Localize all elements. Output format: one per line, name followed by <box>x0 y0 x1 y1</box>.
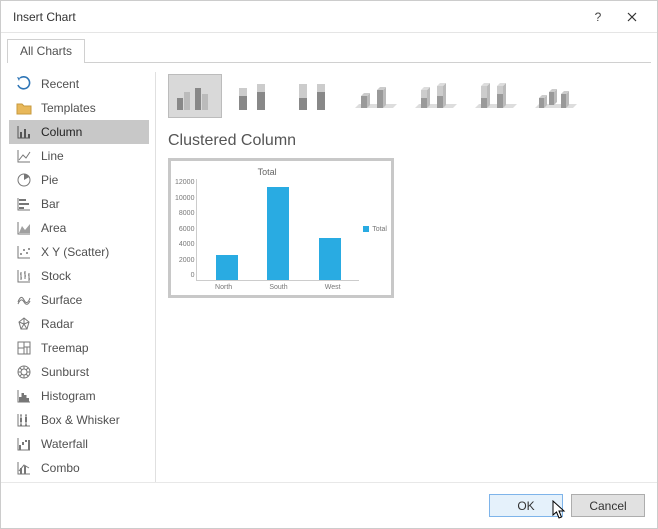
sidebar-item-combo[interactable]: Combo <box>9 456 149 480</box>
chart-legend: Total <box>363 167 387 291</box>
sidebar-item-treemap[interactable]: Treemap <box>9 336 149 360</box>
sidebar-item-waterfall[interactable]: Waterfall <box>9 432 149 456</box>
sidebar-item-column[interactable]: Column <box>9 120 149 144</box>
sidebar-item-label: Templates <box>41 101 145 115</box>
y-axis: 12000 10000 8000 6000 4000 2000 0 <box>175 179 196 291</box>
dialog-body: Recent Templates Column Line Pie <box>1 64 657 482</box>
plot-area <box>196 179 359 281</box>
area-icon <box>15 219 33 237</box>
waterfall-icon <box>15 435 33 453</box>
x-axis: North South West <box>196 281 359 291</box>
sidebar-item-radar[interactable]: Radar <box>9 312 149 336</box>
sidebar-item-label: Combo <box>41 461 145 475</box>
chart-preview-body: Total 12000 10000 8000 6000 4000 2000 0 <box>175 167 359 291</box>
clustered-column-icon <box>173 78 217 114</box>
sidebar-item-recent[interactable]: Recent <box>9 72 149 96</box>
templates-icon <box>15 99 33 117</box>
subtype-3d-column[interactable] <box>528 74 582 118</box>
3d-stacked-column-icon <box>413 78 457 114</box>
sidebar-item-label: Recent <box>41 77 145 91</box>
surface-icon <box>15 291 33 309</box>
3d-column-icon <box>533 78 577 114</box>
boxwhisker-icon <box>15 411 33 429</box>
sidebar-item-label: X Y (Scatter) <box>41 245 145 259</box>
sidebar-item-xy-scatter[interactable]: X Y (Scatter) <box>9 240 149 264</box>
ok-button[interactable]: OK <box>489 494 563 517</box>
sidebar-item-label: Pie <box>41 173 145 187</box>
treemap-icon <box>15 339 33 357</box>
sidebar-item-label: Sunburst <box>41 365 145 379</box>
sidebar-item-box-whisker[interactable]: Box & Whisker <box>9 408 149 432</box>
sidebar-item-label: Bar <box>41 197 145 211</box>
titlebar: Insert Chart ? <box>1 1 657 33</box>
tab-all-charts[interactable]: All Charts <box>7 39 85 63</box>
sidebar-item-histogram[interactable]: Histogram <box>9 384 149 408</box>
pie-icon <box>15 171 33 189</box>
sidebar-item-line[interactable]: Line <box>9 144 149 168</box>
3d-100-stacked-column-icon <box>473 78 517 114</box>
bar-west <box>319 238 341 280</box>
cancel-button[interactable]: Cancel <box>571 494 645 517</box>
legend-label: Total <box>372 226 387 233</box>
right-pane: Clustered Column Total 12000 10000 8000 … <box>168 72 647 482</box>
vertical-divider <box>155 72 156 482</box>
chart-type-list: Recent Templates Column Line Pie <box>9 72 149 482</box>
subtype-title: Clustered Column <box>168 132 647 150</box>
chart-preview[interactable]: Total 12000 10000 8000 6000 4000 2000 0 <box>168 158 394 298</box>
close-icon <box>627 12 637 22</box>
recent-icon <box>15 75 33 93</box>
legend-swatch <box>363 226 369 232</box>
sidebar-item-surface[interactable]: Surface <box>9 288 149 312</box>
tabbar: All Charts <box>1 33 657 63</box>
sidebar-item-stock[interactable]: Stock <box>9 264 149 288</box>
stock-icon <box>15 267 33 285</box>
sidebar-item-bar[interactable]: Bar <box>9 192 149 216</box>
subtype-row <box>168 74 647 118</box>
sidebar-item-label: Radar <box>41 317 145 331</box>
subtype-3d-stacked-column[interactable] <box>408 74 462 118</box>
xy-icon <box>15 243 33 261</box>
subtype-3d-100-stacked-column[interactable] <box>468 74 522 118</box>
combo-icon <box>15 459 33 477</box>
100-stacked-column-icon <box>293 78 337 114</box>
subtype-100-stacked-column[interactable] <box>288 74 342 118</box>
3d-clustered-column-icon <box>353 78 397 114</box>
help-button[interactable]: ? <box>581 5 615 29</box>
tab-underline <box>7 62 651 63</box>
bar-icon <box>15 195 33 213</box>
bar-north <box>216 255 238 280</box>
sidebar-item-label: Treemap <box>41 341 145 355</box>
sidebar-item-sunburst[interactable]: Sunburst <box>9 360 149 384</box>
stacked-column-icon <box>233 78 277 114</box>
subtype-clustered-column[interactable] <box>168 74 222 118</box>
sidebar-item-area[interactable]: Area <box>9 216 149 240</box>
sidebar-item-label: Surface <box>41 293 145 307</box>
bar-south <box>267 187 289 280</box>
line-icon <box>15 147 33 165</box>
sidebar-item-pie[interactable]: Pie <box>9 168 149 192</box>
sidebar-item-label: Stock <box>41 269 145 283</box>
chart-title: Total <box>175 167 359 177</box>
sidebar-item-label: Box & Whisker <box>41 413 145 427</box>
column-icon <box>15 123 33 141</box>
sidebar-item-label: Histogram <box>41 389 145 403</box>
sidebar-item-label: Line <box>41 149 145 163</box>
sidebar-item-templates[interactable]: Templates <box>9 96 149 120</box>
sidebar-item-label: Column <box>41 125 145 139</box>
dialog-footer: OK Cancel <box>1 482 657 528</box>
sidebar-item-label: Waterfall <box>41 437 145 451</box>
sunburst-icon <box>15 363 33 381</box>
radar-icon <box>15 315 33 333</box>
close-button[interactable] <box>615 5 649 29</box>
sidebar-item-label: Area <box>41 221 145 235</box>
histogram-icon <box>15 387 33 405</box>
window-title: Insert Chart <box>13 10 581 24</box>
subtype-stacked-column[interactable] <box>228 74 282 118</box>
subtype-3d-clustered-column[interactable] <box>348 74 402 118</box>
